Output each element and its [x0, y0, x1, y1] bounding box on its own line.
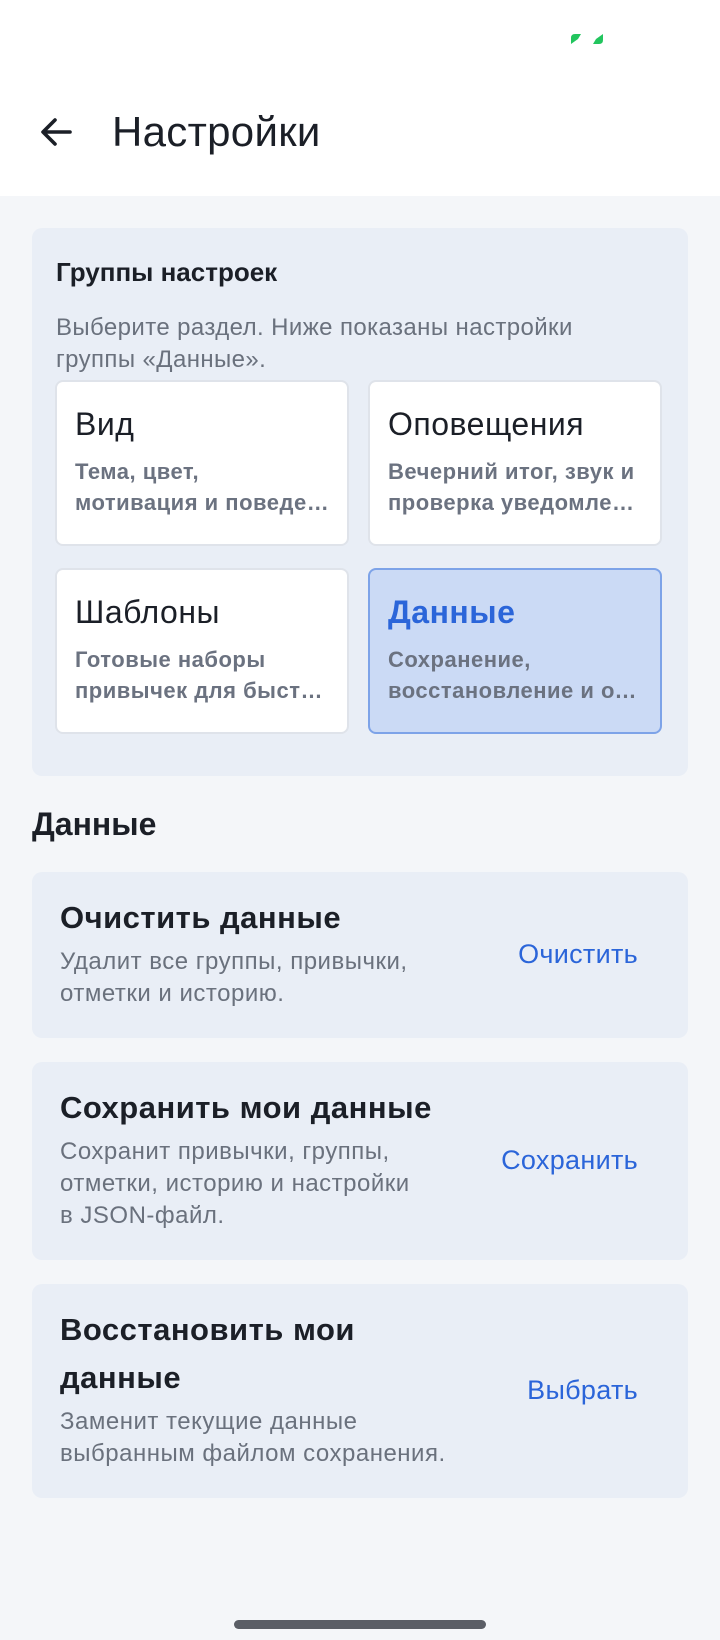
arrow-left-icon	[41, 118, 72, 146]
clear-button[interactable]: Очистить	[518, 936, 638, 972]
settings-screen: Настройки Группы настроек Выберите разде…	[0, 0, 720, 1640]
action-title: Сохранить мои данные	[60, 1090, 432, 1125]
tile-templates[interactable]: Шаблоны Готовые наборы привычек для быст…	[55, 568, 349, 734]
section-heading: Данные	[32, 806, 157, 842]
save-data-row: Сохранить мои данные Сохранит привычки, …	[32, 1062, 688, 1260]
tile-notifications[interactable]: Оповещения Вечерний итог, звук и проверк…	[368, 380, 662, 546]
save-button[interactable]: Сохранить	[501, 1142, 638, 1178]
back-button[interactable]	[28, 104, 84, 160]
action-description: Заменит текущие данные выбранным файлом …	[60, 1408, 446, 1467]
tile-title: Оповещения	[388, 406, 585, 442]
restore-data-row: Восстановить мои данные Заменит текущие …	[32, 1284, 688, 1498]
groups-description: Выберите раздел. Ниже показаны настройки…	[56, 314, 573, 373]
home-indicator[interactable]	[234, 1620, 486, 1629]
action-description: Удалит все группы, привычки, отметки и и…	[60, 948, 408, 1007]
top-app-bar: Настройки	[0, 80, 720, 196]
tile-data[interactable]: Данные Сохранение, восстановление и очис…	[368, 568, 662, 734]
settings-groups-card: Группы настроек Выберите раздел. Ниже по…	[32, 228, 688, 776]
tile-description: Готовые наборы привычек для быстрого	[75, 647, 329, 703]
clear-data-row: Очистить данные Удалит все группы, привы…	[32, 872, 688, 1038]
status-bar	[0, 0, 720, 80]
tile-appearance[interactable]: Вид Тема, цвет, мотивация и поведение	[55, 380, 349, 546]
tile-title: Шаблоны	[75, 594, 221, 630]
tile-description: Вечерний итог, звук и проверка уведомлен…	[388, 459, 642, 515]
action-title: Восстановить мои данные	[60, 1312, 355, 1395]
action-description: Сохранит привычки, группы, отметки, исто…	[60, 1138, 410, 1229]
choose-file-button[interactable]: Выбрать	[527, 1372, 638, 1408]
tile-title: Данные	[388, 594, 516, 630]
groups-title: Группы настроек	[56, 257, 278, 287]
status-indicator-icon	[571, 34, 603, 44]
tile-description: Сохранение, восстановление и очистка	[388, 647, 642, 703]
action-title: Очистить данные	[60, 900, 342, 935]
tile-description: Тема, цвет, мотивация и поведение	[75, 459, 329, 515]
page-title: Настройки	[112, 108, 321, 155]
tile-title: Вид	[75, 406, 135, 442]
